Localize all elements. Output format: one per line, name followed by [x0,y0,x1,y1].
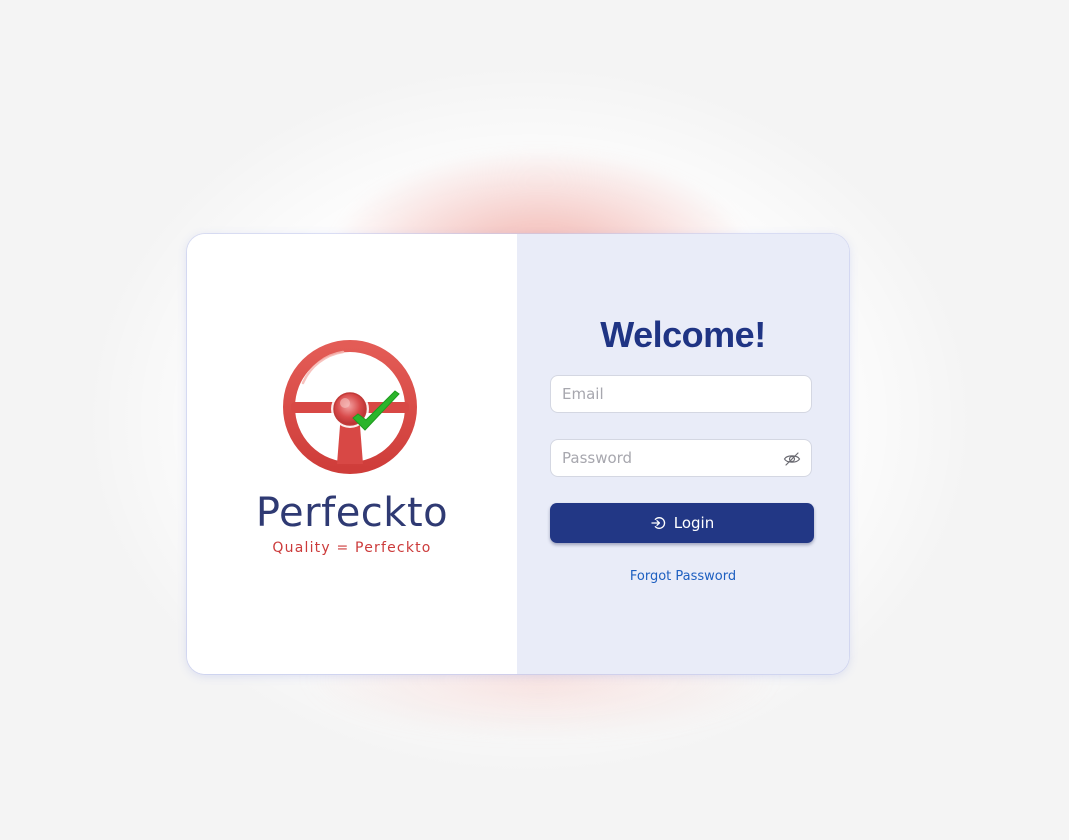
eye-slash-icon[interactable] [783,450,801,468]
login-card: Perfeckto Quality = Perfeckto Welcome! L… [187,234,849,674]
steering-wheel-check-icon [283,340,417,474]
password-field[interactable] [551,440,782,476]
login-panel: Welcome! Login Forgot Password [517,234,849,674]
welcome-title: Welcome! [600,314,766,355]
brand-tagline: Quality = Perfeckto [272,540,432,556]
login-button-label: Login [673,514,715,532]
brand-panel: Perfeckto Quality = Perfeckto [187,234,517,674]
login-button[interactable]: Login [550,503,814,543]
login-icon [651,517,665,529]
email-field-container [550,375,812,413]
email-field[interactable] [551,376,782,412]
forgot-password-link[interactable]: Forgot Password [517,569,849,584]
brand-name: Perfeckto [255,490,449,536]
password-field-container [550,439,812,477]
